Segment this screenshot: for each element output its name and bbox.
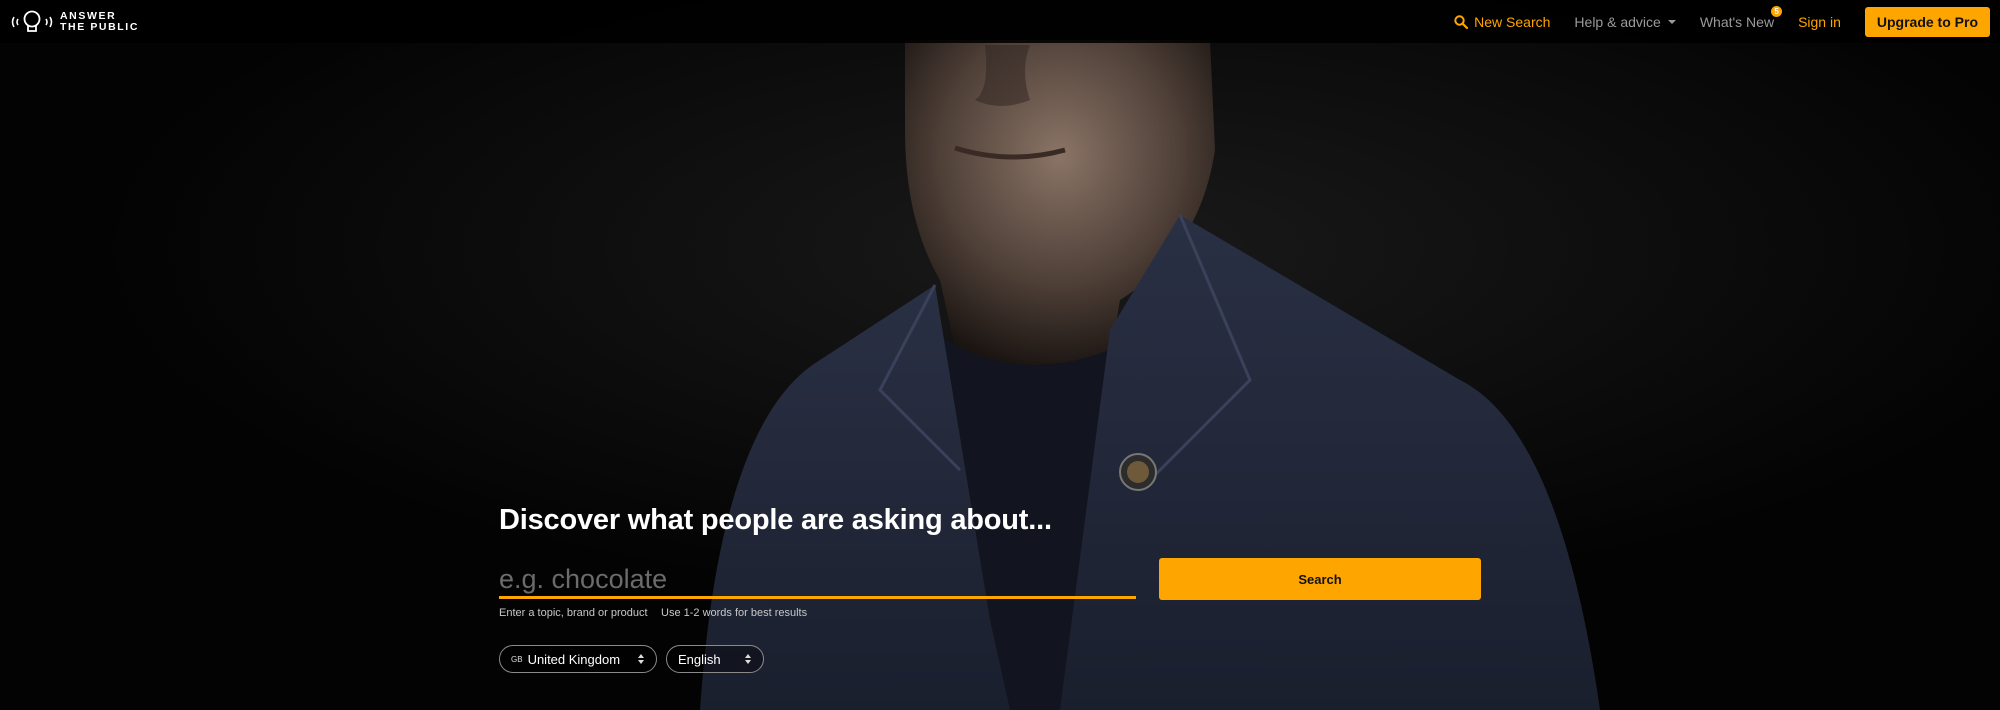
hero-headline: Discover what people are asking about... [499,504,1052,536]
select-arrows-icon [745,654,751,664]
chevron-down-icon [1667,19,1676,24]
brand-line-1: ANSWER [60,9,117,22]
language-select[interactable]: English [666,645,764,673]
whats-new-label: What's New [1699,13,1775,30]
brand-logo[interactable]: ANSWER THE PUBLIC [10,7,139,36]
whats-new-link[interactable]: What's New 5 [1699,5,1783,30]
hero-background-image [0,0,2000,710]
select-arrows-icon [638,654,644,664]
lightbulb-soundwave-icon [11,10,53,32]
notification-badge: 5 [1771,5,1783,17]
sign-in-link[interactable]: Sign in [1798,14,1841,30]
search-input[interactable] [499,562,1136,599]
search-hint-topic: Enter a topic, brand or product [499,607,648,619]
country-select[interactable]: GB United Kingdom [499,645,657,673]
new-search-link[interactable]: New Search [1454,14,1550,30]
help-advice-label: Help & advice [1574,13,1661,30]
search-icon [1454,14,1469,29]
upgrade-to-pro-button[interactable]: Upgrade to Pro [1864,6,1990,37]
brand-wordmark: ANSWER THE PUBLIC [60,9,139,33]
page: ANSWER THE PUBLIC New Search Help & advi… [0,0,2000,710]
brand-line-2: THE PUBLIC [60,20,139,33]
search-hint-words: Use 1-2 words for best results [661,607,808,619]
language-select-value: English [678,651,721,667]
nav-actions: New Search Help & advice What's New 5 Si… [1430,0,1990,43]
top-navbar: ANSWER THE PUBLIC New Search Help & advi… [0,0,2000,43]
help-advice-dropdown[interactable]: Help & advice [1574,13,1676,30]
country-flag-icon: GB [511,654,523,664]
new-search-label: New Search [1474,13,1551,30]
country-select-value: United Kingdom [527,651,621,667]
search-button[interactable]: Search [1159,558,1481,600]
